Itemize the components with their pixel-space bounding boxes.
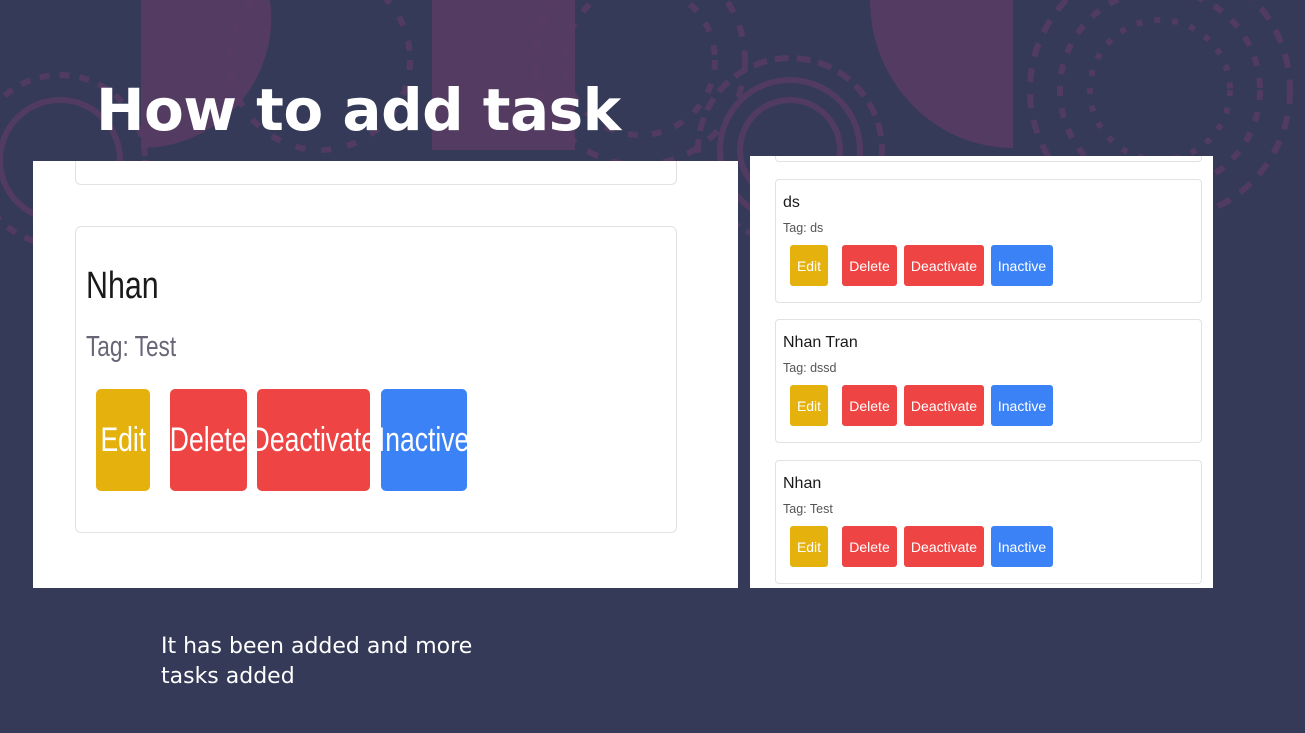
inactive-button[interactable]: Inactive	[991, 526, 1053, 567]
deactivate-button[interactable]: Deactivate	[904, 526, 984, 567]
deactivate-button[interactable]: Deactivate	[904, 245, 984, 286]
edit-button[interactable]: Edit	[790, 245, 828, 286]
task-tag: Tag: ds	[783, 221, 824, 235]
edit-button[interactable]: Edit	[790, 526, 828, 567]
inactive-button[interactable]: Inactive	[991, 245, 1053, 286]
task-card: Nhan Tag: Test Edit Delete Deactivate In…	[775, 460, 1202, 584]
zoomed-screenshot: Nhan Tag: Test Edit Delete Deactivate In…	[33, 161, 738, 588]
task-card: ds Tag: ds Edit Delete Deactivate Inacti…	[775, 179, 1202, 303]
task-tag: Tag: Test	[783, 502, 833, 516]
task-tag: Tag: dssd	[783, 361, 837, 375]
inactive-button[interactable]: Inactive	[991, 385, 1053, 426]
task-card: Nhan Tag: Test Edit Delete Deactivate In…	[75, 226, 677, 533]
task-title: Nhan	[86, 265, 159, 307]
delete-button[interactable]: Delete	[170, 389, 247, 491]
deactivate-button[interactable]: Deactivate	[904, 385, 984, 426]
slide-caption: It has been added and more tasks added	[161, 634, 473, 689]
previous-task-card	[75, 161, 677, 185]
task-title: ds	[783, 194, 800, 211]
deactivate-button[interactable]: Deactivate	[251, 389, 376, 491]
task-title: Nhan	[783, 475, 822, 492]
task-tag: Tag: Test	[86, 331, 177, 363]
task-card: Nhan Tran Tag: dssd Edit Delete Deactiva…	[775, 319, 1202, 443]
edit-button[interactable]: Edit	[96, 389, 150, 491]
delete-button[interactable]: Delete	[842, 526, 897, 567]
inactive-button[interactable]: Inactive	[378, 389, 470, 491]
edit-button[interactable]: Edit	[790, 385, 828, 426]
previous-task-card	[775, 156, 1202, 162]
delete-button[interactable]: Delete	[842, 385, 897, 426]
slide-title: How to add task	[96, 76, 621, 144]
task-title: Nhan Tran	[783, 334, 858, 351]
task-list-screenshot: ds Tag: ds Edit Delete Deactivate Inacti…	[750, 156, 1213, 588]
delete-button[interactable]: Delete	[842, 245, 897, 286]
